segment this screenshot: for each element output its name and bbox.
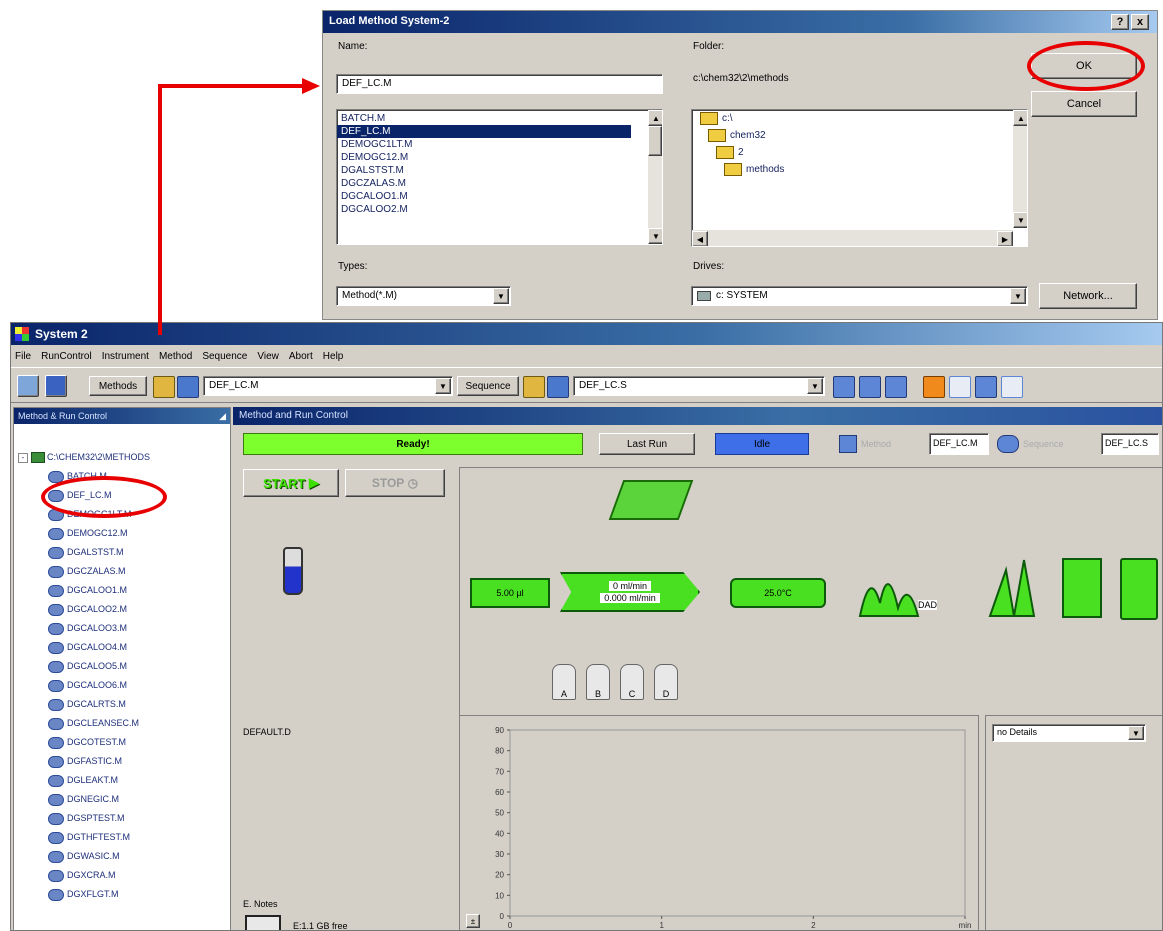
arrow-head-icon	[302, 78, 320, 94]
arrow-line	[158, 84, 304, 335]
red-arrow-connector	[158, 78, 320, 335]
